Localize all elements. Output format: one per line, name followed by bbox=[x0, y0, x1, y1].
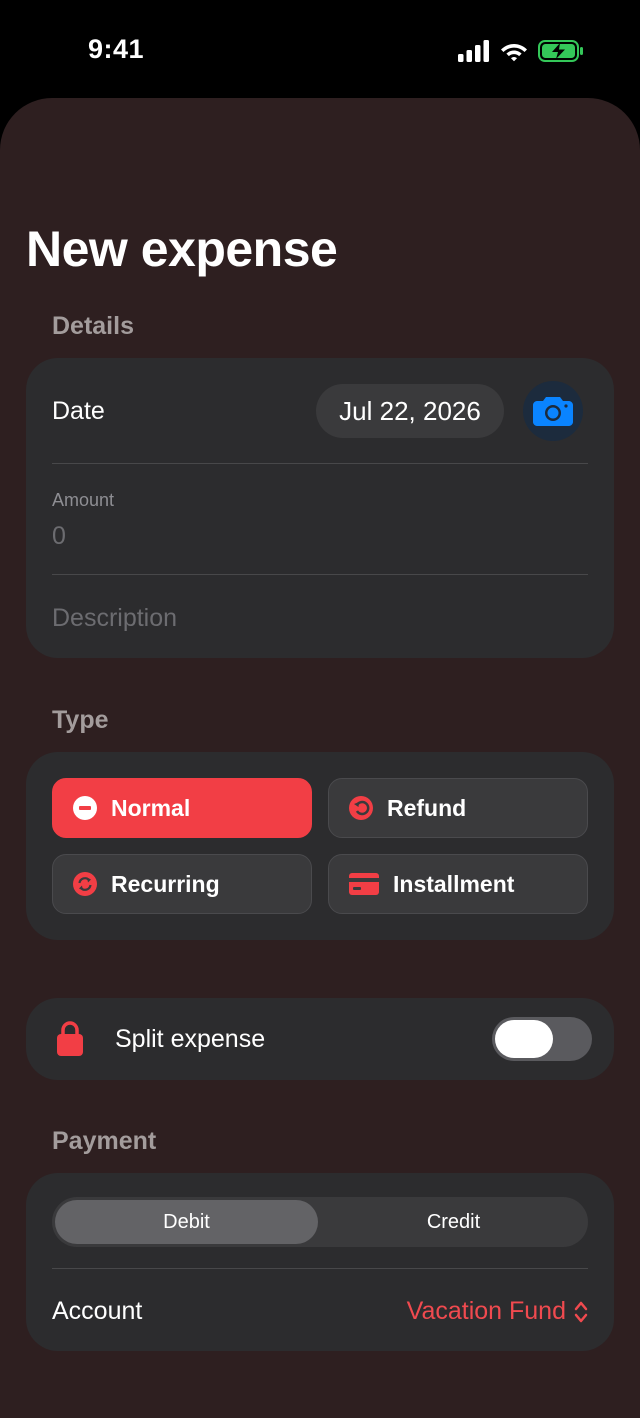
recurring-icon bbox=[73, 872, 97, 896]
chevron-up-down-icon bbox=[574, 1301, 588, 1322]
account-value: Vacation Fund bbox=[406, 1297, 566, 1325]
payment-method-segmented-control: Debit Credit bbox=[52, 1197, 588, 1247]
details-divider-1 bbox=[52, 463, 588, 464]
type-section-label: Type bbox=[52, 706, 109, 734]
status-bar: 9:41 bbox=[0, 0, 640, 100]
segment-debit[interactable]: Debit bbox=[55, 1200, 318, 1244]
toggle-knob bbox=[495, 1020, 553, 1058]
refund-icon bbox=[349, 796, 373, 820]
type-normal-label: Normal bbox=[111, 794, 191, 821]
status-time: 9:41 bbox=[88, 34, 145, 64]
type-installment-button[interactable]: Installment bbox=[328, 854, 588, 914]
account-picker[interactable]: Vacation Fund bbox=[407, 1297, 588, 1326]
description-input[interactable]: Description bbox=[52, 604, 177, 633]
date-label: Date bbox=[52, 397, 105, 425]
lock-icon bbox=[57, 1021, 83, 1056]
type-refund-label: Refund bbox=[387, 794, 467, 821]
status-icons bbox=[458, 40, 584, 62]
camera-button[interactable] bbox=[523, 381, 583, 441]
page-title: New expense bbox=[26, 221, 338, 277]
details-card: Date Jul 22, 2026 Amount 0 Description bbox=[26, 358, 614, 658]
segment-credit[interactable]: Credit bbox=[322, 1200, 585, 1244]
payment-divider bbox=[52, 1268, 588, 1269]
split-expense-label: Split expense bbox=[115, 1025, 266, 1053]
amount-input[interactable]: 0 bbox=[52, 522, 66, 551]
account-label: Account bbox=[52, 1297, 143, 1325]
payment-section-label: Payment bbox=[52, 1127, 157, 1155]
amount-label: Amount bbox=[52, 490, 115, 510]
type-normal-button[interactable]: Normal bbox=[52, 778, 312, 838]
details-section-label: Details bbox=[52, 312, 134, 340]
details-divider-2 bbox=[52, 574, 588, 575]
wifi-icon bbox=[501, 44, 527, 62]
type-installment-label: Installment bbox=[393, 870, 515, 897]
payment-card: Debit Credit Account Vacation Fund bbox=[26, 1173, 614, 1351]
minus-circle-icon bbox=[73, 796, 97, 820]
type-recurring-button[interactable]: Recurring bbox=[52, 854, 312, 914]
credit-card-icon bbox=[349, 873, 379, 895]
split-expense-toggle[interactable] bbox=[492, 1017, 592, 1061]
cellular-signal-icon bbox=[458, 40, 489, 62]
date-picker-button[interactable]: Jul 22, 2026 bbox=[316, 384, 504, 438]
split-expense-card: Split expense bbox=[26, 998, 614, 1080]
type-card: Normal Refund Recurring Installment bbox=[26, 752, 614, 940]
battery-charging-icon bbox=[538, 40, 583, 62]
type-recurring-label: Recurring bbox=[111, 870, 220, 897]
camera-icon bbox=[533, 397, 573, 426]
type-refund-button[interactable]: Refund bbox=[328, 778, 588, 838]
